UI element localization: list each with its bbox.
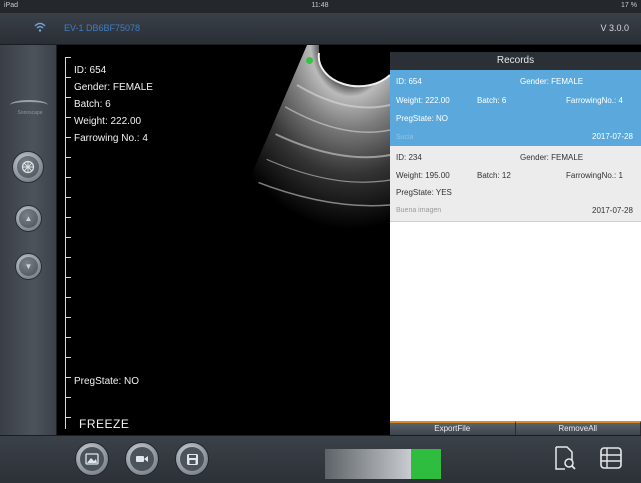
record-item-234[interactable]: ID: 234 Gender: FEMALE Weight: 195.00 Ba… [390, 146, 641, 222]
overlay-pregstate: PregState: NO [74, 376, 140, 387]
transducer-icon [17, 156, 39, 178]
list-button[interactable] [597, 446, 625, 474]
device-id: EV-1 DB6BF75078 [64, 23, 141, 33]
app-header: EV-1 DB6BF75078 V 3.0.0 [0, 13, 641, 45]
record-note: Sucia [396, 134, 414, 141]
save-icon [180, 447, 204, 471]
transducer-button[interactable] [12, 151, 44, 183]
record-pregstate: PregState: NO [396, 114, 449, 123]
overlay-weight: Weight: 222.00 [74, 116, 142, 127]
export-file-button[interactable]: ExportFile [390, 421, 516, 435]
gain-bar [325, 449, 411, 479]
gain-indicator[interactable] [325, 449, 441, 479]
remove-all-button[interactable]: RemoveAll [515, 421, 641, 435]
record-weight: Weight: 222.00 [396, 96, 450, 105]
records-panel: Records ID: 654 Gender: FEMALE Weight: 2… [390, 52, 641, 435]
record-item-654[interactable]: ID: 654 Gender: FEMALE Weight: 222.00 Ba… [390, 70, 641, 146]
record-id: ID: 234 [396, 153, 422, 162]
overlay-id: ID: 654 [74, 65, 107, 76]
depth-scale [65, 57, 73, 429]
up-button[interactable]: ▲ [15, 205, 42, 232]
record-batch: Batch: 6 [477, 96, 507, 105]
record-farrowing: FarrowingNo.: 4 [566, 96, 623, 105]
brand-logo: Sonoscape [4, 98, 54, 120]
record-farrowing: FarrowingNo.: 1 [566, 171, 623, 180]
record-weight: Weight: 195.00 [396, 171, 450, 180]
up-arrow-icon: ▲ [19, 209, 38, 228]
record-gender: Gender: FEMALE [520, 153, 584, 162]
record-note: Buena imagen [396, 207, 442, 214]
battery-indicator: 17 % [621, 2, 637, 9]
status-bar: iPad 11:48 17 % [0, 0, 641, 13]
list-icon [599, 446, 623, 475]
video-icon [130, 447, 154, 471]
record-date: 2017-07-28 [592, 132, 633, 141]
gain-level-marker [411, 449, 441, 479]
video-button[interactable] [125, 442, 159, 476]
clock: 11:48 [311, 2, 329, 9]
overlay-batch: Batch: 6 [74, 99, 111, 110]
overlay-farrowing: Farrowing No.: 4 [74, 133, 148, 144]
records-actions: ExportFile RemoveAll [390, 421, 641, 435]
down-arrow-icon: ▼ [19, 257, 38, 276]
image-button[interactable] [75, 442, 109, 476]
record-pregstate: PregState: YES [396, 188, 452, 197]
image-icon [80, 447, 104, 471]
overlay-gender: Gender: FEMALE [74, 82, 153, 93]
search-file-button[interactable] [551, 445, 579, 476]
ultrasound-image-area[interactable]: ID: 654 Gender: FEMALE Batch: 6 Weight: … [57, 45, 390, 435]
records-title: Records [390, 52, 641, 70]
record-batch: Batch: 12 [477, 171, 511, 180]
down-button[interactable]: ▼ [15, 253, 42, 280]
bottom-toolbar [0, 435, 641, 483]
save-button[interactable] [175, 442, 209, 476]
record-date: 2017-07-28 [592, 206, 633, 215]
record-gender: Gender: FEMALE [520, 77, 584, 86]
left-sidebar: Sonoscape ▲ ▼ [0, 45, 57, 435]
freeze-label[interactable]: FREEZE [79, 417, 129, 431]
search-file-icon [553, 445, 577, 476]
record-id: ID: 654 [396, 77, 422, 86]
carrier-label: iPad [4, 2, 19, 9]
wifi-icon [34, 22, 46, 35]
app-version: V 3.0.0 [600, 23, 629, 33]
probe-orientation-marker [306, 57, 313, 64]
